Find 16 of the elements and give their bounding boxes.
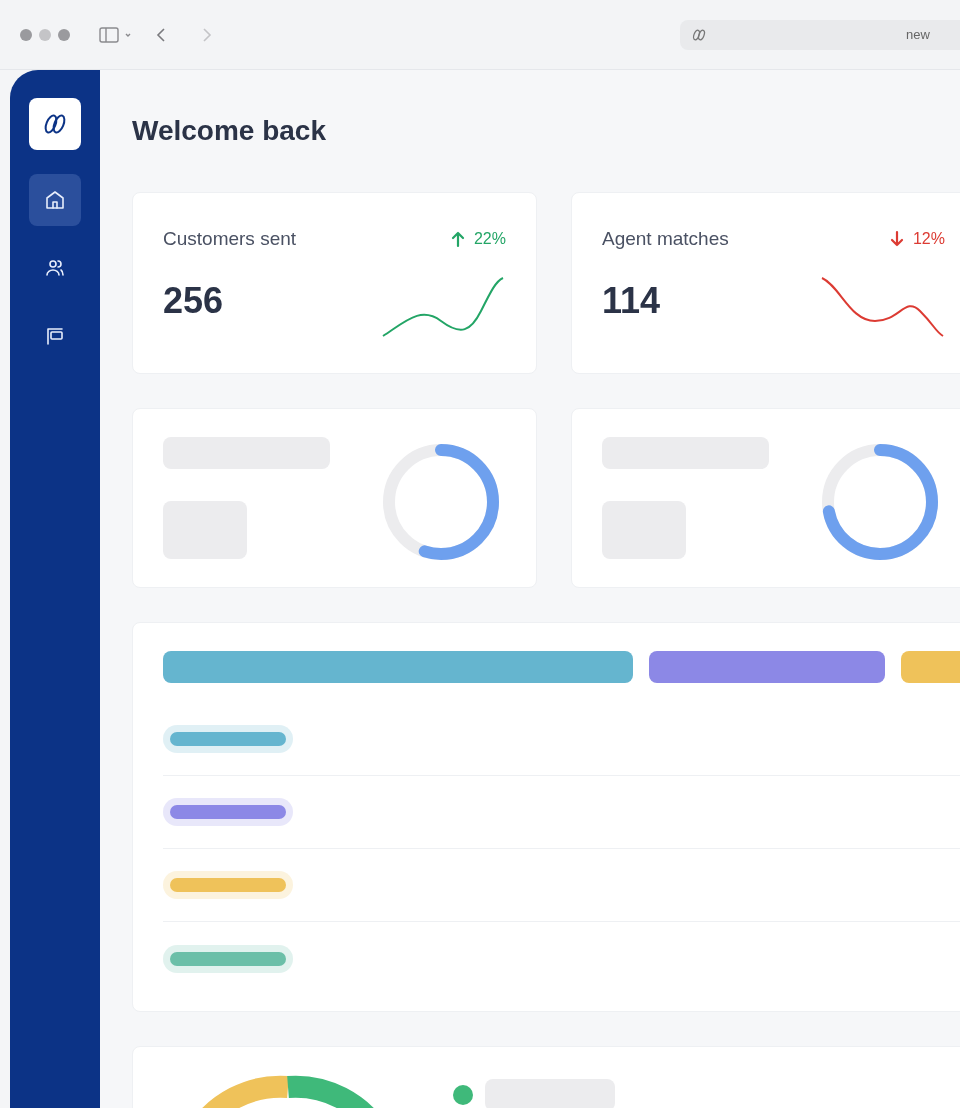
back-icon[interactable] bbox=[154, 25, 168, 44]
address-text: new bbox=[906, 25, 930, 44]
stat-change: 22% bbox=[449, 227, 506, 252]
app-logo[interactable] bbox=[29, 98, 81, 150]
arrow-up-icon bbox=[449, 230, 466, 249]
arrow-down-icon bbox=[888, 230, 905, 249]
stat-label: Customers sent bbox=[163, 227, 297, 251]
stat-value: 114 bbox=[602, 278, 661, 323]
stat-change: 12% bbox=[888, 227, 945, 252]
logo-icon bbox=[692, 28, 706, 41]
sidebar-item[interactable] bbox=[29, 174, 81, 226]
address-bar[interactable]: new bbox=[680, 19, 960, 50]
stat-value: 256 bbox=[163, 278, 224, 323]
page-title: Welcome back bbox=[132, 114, 328, 148]
home-icon bbox=[43, 188, 67, 212]
stat-label: Agent matches bbox=[602, 227, 729, 251]
